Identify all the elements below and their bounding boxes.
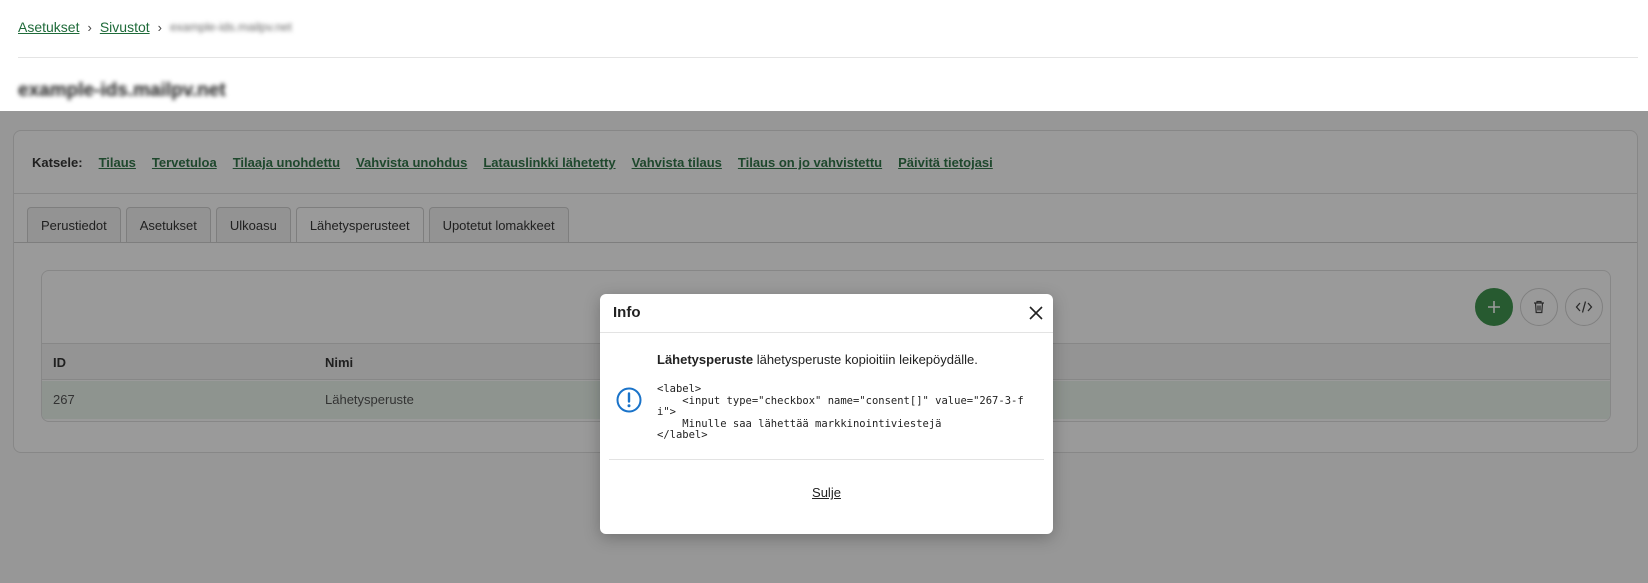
dialog-message: Lähetysperuste lähetysperuste kopioitiin… [657, 352, 978, 367]
dialog-message-bold: Lähetysperuste [657, 352, 754, 367]
close-dialog-button[interactable]: Sulje [812, 485, 841, 500]
breadcrumb: Asetukset › Sivustot › example-ids.mailp… [18, 19, 292, 35]
dialog-title: Info [613, 304, 641, 321]
breadcrumb-current: example-ids.mailpv.net [169, 20, 292, 34]
dialog-message-text: lähetysperuste kopioitiin leikepöydälle. [753, 352, 978, 367]
dialog-footer: Sulje [600, 484, 1053, 500]
close-button[interactable] [1027, 304, 1045, 322]
breadcrumb-settings-link[interactable]: Asetukset [18, 19, 79, 35]
dialog-code-snippet: <label> <input type="checkbox" name="con… [657, 383, 1024, 441]
header-divider [18, 57, 1638, 58]
chevron-right-icon: › [87, 19, 92, 35]
page-title: example-ids.mailpv.net [18, 80, 226, 101]
info-dialog: Info Lähetysperuste lähetysperuste kopio… [600, 294, 1053, 534]
page-header: Asetukset › Sivustot › example-ids.mailp… [0, 0, 1648, 111]
dialog-divider [609, 459, 1044, 460]
info-icon [616, 387, 642, 413]
dialog-header: Info [600, 294, 1053, 333]
chevron-right-icon: › [157, 19, 162, 35]
close-icon [1029, 306, 1043, 320]
breadcrumb-sites-link[interactable]: Sivustot [100, 19, 150, 35]
